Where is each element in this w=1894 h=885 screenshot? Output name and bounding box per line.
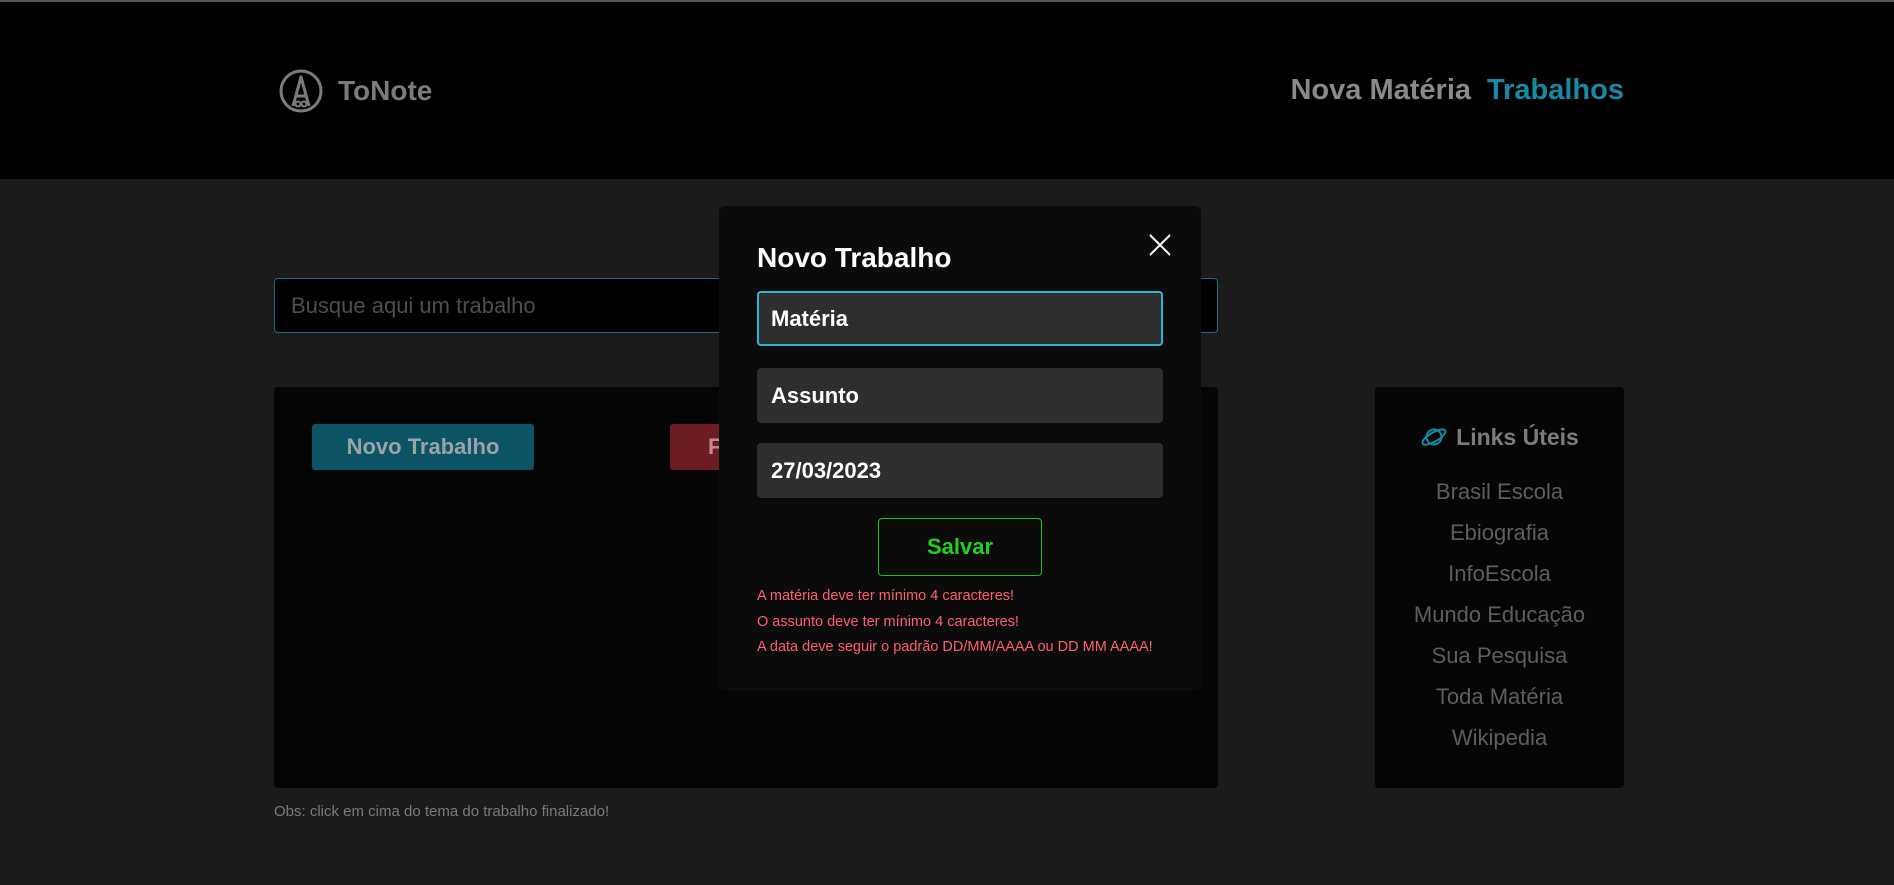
new-work-modal: Novo Trabalho Salvar A matéria deve ter … xyxy=(719,206,1201,691)
new-work-button[interactable]: Novo Trabalho xyxy=(312,424,534,470)
modal-title: Novo Trabalho xyxy=(757,242,952,273)
link-item[interactable]: Mundo Educação xyxy=(1375,594,1624,635)
header: ToNote Nova Matéria Trabalhos xyxy=(0,2,1894,179)
link-item[interactable]: Wikipedia xyxy=(1375,717,1624,758)
nav-nova-materia[interactable]: Nova Matéria xyxy=(1290,74,1471,107)
planet-icon xyxy=(1421,428,1447,446)
error-message: A matéria deve ter mínimo 4 caracteres! xyxy=(757,588,1015,604)
date-input[interactable] xyxy=(757,443,1163,498)
obs-note: Obs: click em cima do tema do trabalho f… xyxy=(274,803,610,820)
link-item[interactable]: Brasil Escola xyxy=(1375,471,1624,512)
links-list: Brasil Escola Ebiografia InfoEscola Mund… xyxy=(1375,471,1624,758)
link-item[interactable]: Ebiografia xyxy=(1375,512,1624,553)
link-item[interactable]: InfoEscola xyxy=(1375,553,1624,594)
pencil-logo-icon xyxy=(279,69,323,113)
link-item[interactable]: Toda Matéria xyxy=(1375,676,1624,717)
close-icon[interactable] xyxy=(1147,232,1173,258)
useful-links-panel: Links Úteis Brasil Escola Ebiografia Inf… xyxy=(1375,387,1624,788)
link-item[interactable]: Sua Pesquisa xyxy=(1375,635,1624,676)
save-button[interactable]: Salvar xyxy=(878,518,1042,576)
materia-input[interactable] xyxy=(757,291,1163,346)
brand-name: ToNote xyxy=(338,75,433,106)
error-message: O assunto deve ter mínimo 4 caracteres! xyxy=(757,613,1019,630)
links-heading: Links Úteis xyxy=(1375,423,1624,451)
brand-logo[interactable]: ToNote xyxy=(278,68,432,114)
assunto-input[interactable] xyxy=(757,368,1163,423)
error-message: A data deve seguir o padrão DD/MM/AAAA o… xyxy=(757,639,1153,655)
links-title: Links Úteis xyxy=(1456,423,1579,450)
nav-trabalhos[interactable]: Trabalhos xyxy=(1487,74,1624,107)
error-messages: A matéria deve ter mínimo 4 caracteres! … xyxy=(757,584,1153,661)
top-nav: Nova Matéria Trabalhos xyxy=(1290,74,1624,107)
